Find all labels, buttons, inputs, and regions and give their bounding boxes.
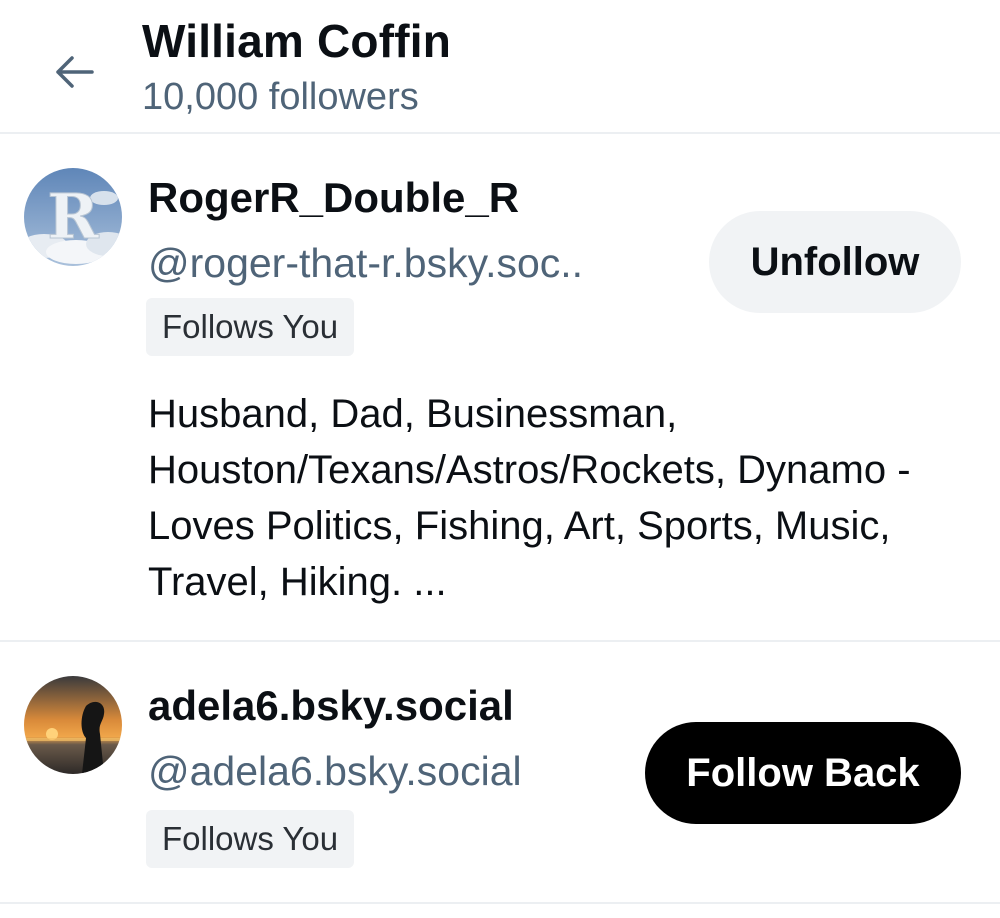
avatar-image	[24, 676, 122, 774]
follow-back-button[interactable]: Follow Back	[645, 722, 961, 824]
svg-text:R: R	[47, 180, 99, 253]
page-header: William Coffin 10,000 followers	[0, 0, 1000, 134]
user-handle[interactable]: @adela6.bsky.social	[148, 748, 522, 795]
follows-you-badge: Follows You	[146, 298, 355, 356]
back-button[interactable]	[42, 40, 106, 104]
follows-you-badge: Follows You	[146, 810, 355, 868]
avatar[interactable]: R	[24, 168, 122, 266]
list-item[interactable]: adela6.bsky.social @adela6.bsky.social F…	[0, 642, 1000, 904]
page-title: William Coffin	[142, 15, 452, 67]
arrow-left-icon	[56, 56, 94, 88]
list-item[interactable]: R RogerR_Double_R @roger-that-r.bsky.soc…	[0, 134, 1000, 642]
follower-count: 10,000 followers	[142, 76, 419, 118]
unfollow-button[interactable]: Unfollow	[709, 211, 961, 313]
user-handle[interactable]: @roger-that-r.bsky.soc..	[148, 240, 583, 287]
user-bio: Husband, Dad, Businessman, Houston/Texan…	[148, 392, 911, 604]
display-name[interactable]: RogerR_Double_R	[148, 174, 519, 222]
avatar[interactable]	[24, 676, 122, 774]
avatar-image: R	[24, 168, 122, 266]
display-name[interactable]: adela6.bsky.social	[148, 682, 514, 730]
